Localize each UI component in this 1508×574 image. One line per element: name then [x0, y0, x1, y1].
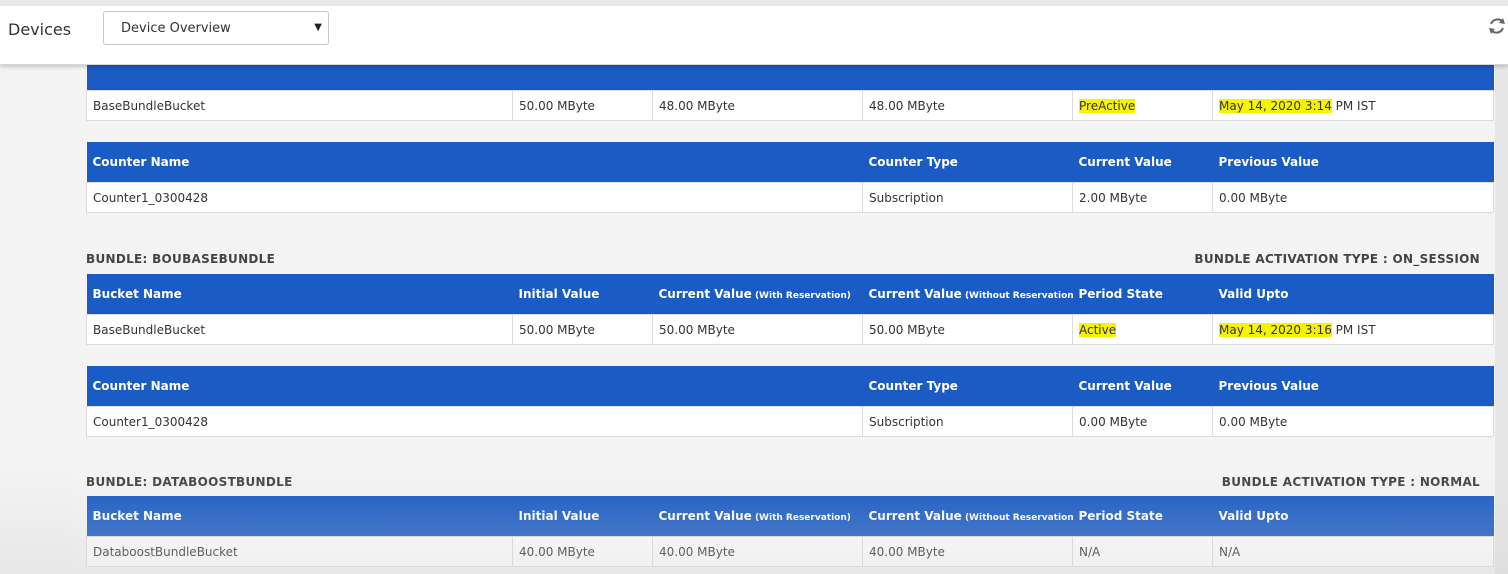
col-previous-value: Previous Value — [1212, 142, 1494, 183]
valid-upto-date: May 14, 2020 3:16 — [1219, 322, 1332, 337]
period-state-text: Active — [1079, 322, 1117, 337]
table-row: BaseBundleBucket 50.00 MByte 50.00 MByte… — [86, 314, 1494, 345]
valid-upto: May 14, 2020 3:14 PM IST — [1212, 90, 1494, 121]
current-with-reservation: 50.00 MByte — [652, 314, 863, 345]
col-current-without: Current Value (Without Reservation) — [862, 274, 1073, 315]
bucket-table-3: Bucket Name Initial Value Current Value … — [86, 496, 1494, 567]
table-header: Bucket Name Initial Value Current Value … — [86, 274, 1494, 315]
chevron-down-icon: ▼ — [314, 22, 322, 33]
table-header: Counter Name Counter Type Current Value … — [86, 142, 1494, 183]
top-strip — [0, 0, 1508, 6]
current-without-reservation: 50.00 MByte — [862, 314, 1073, 345]
col-valid-upto: Valid Upto — [1212, 496, 1494, 537]
table-row: DataboostBundleBucket 40.00 MByte 40.00 … — [86, 536, 1494, 567]
current-with-reservation: 40.00 MByte — [652, 536, 863, 567]
valid-upto-suffix: PM IST — [1331, 322, 1376, 337]
counter-current: 2.00 MByte — [1072, 182, 1213, 213]
counter-current: 0.00 MByte — [1072, 406, 1213, 437]
period-state: N/A — [1072, 536, 1213, 567]
initial-value: 50.00 MByte — [512, 314, 653, 345]
bundle-title: BUNDLE: BOUBASEBUNDLE — [86, 252, 276, 266]
scrollbar[interactable] — [1495, 64, 1508, 574]
table-header: Bucket Name Initial Value Current Value … — [86, 496, 1494, 537]
current-without-reservation: 40.00 MByte — [862, 536, 1073, 567]
period-state-text: PreActive — [1079, 98, 1136, 113]
table-row: Counter1_0300428 Subscription 0.00 MByte… — [86, 406, 1494, 437]
col-current-with: Current Value (With Reservation) — [652, 274, 863, 315]
top-bar: Devices Device Overview ▼ — [0, 0, 1508, 65]
counter-name: Counter1_0300428 — [86, 182, 863, 213]
table-row: BaseBundleBucket 50.00 MByte 48.00 MByte… — [86, 90, 1494, 121]
col-current-with: Current Value (With Reservation) — [652, 496, 863, 537]
col-bucket-name: Bucket Name — [86, 496, 513, 537]
col-current-value: Current Value — [1072, 142, 1213, 183]
col-current-without: Current Value (Without Reservation) — [862, 496, 1073, 537]
counter-type: Subscription — [862, 182, 1073, 213]
view-select[interactable]: Device Overview ▼ — [103, 11, 329, 45]
bucket-table-1: BaseBundleBucket 50.00 MByte 48.00 MByte… — [86, 64, 1494, 121]
col-counter-name: Counter Name — [86, 366, 863, 407]
col-bucket-name: Bucket Name — [86, 274, 513, 315]
col-current-value: Current Value — [1072, 366, 1213, 407]
col-period-state: Period State — [1072, 274, 1213, 315]
valid-upto-suffix: PM IST — [1331, 98, 1376, 113]
counter-type: Subscription — [862, 406, 1073, 437]
valid-upto-date: May 14, 2020 3:14 — [1219, 98, 1332, 113]
col-initial-value: Initial Value — [512, 496, 653, 537]
counter-table-1: Counter Name Counter Type Current Value … — [86, 142, 1494, 213]
col-counter-type: Counter Type — [862, 366, 1073, 407]
valid-upto: May 14, 2020 3:16 PM IST — [1212, 314, 1494, 345]
valid-upto: N/A — [1212, 536, 1494, 567]
current-without-reservation: 48.00 MByte — [862, 90, 1073, 121]
col-period-state: Period State — [1072, 496, 1213, 537]
counter-name: Counter1_0300428 — [86, 406, 863, 437]
counter-table-2: Counter Name Counter Type Current Value … — [86, 366, 1494, 437]
counter-previous: 0.00 MByte — [1212, 182, 1494, 213]
period-state: Active — [1072, 314, 1213, 345]
bucket-name: BaseBundleBucket — [86, 314, 513, 345]
view-select-value: Device Overview — [121, 21, 231, 36]
initial-value: 40.00 MByte — [512, 536, 653, 567]
table-header: Counter Name Counter Type Current Value … — [86, 366, 1494, 407]
bucket-name: DataboostBundleBucket — [86, 536, 513, 567]
col-initial-value: Initial Value — [512, 274, 653, 315]
bundle-activation-type: BUNDLE ACTIVATION TYPE : ON_SESSION — [1194, 252, 1480, 266]
bundle-activation-type: BUNDLE ACTIVATION TYPE : NORMAL — [1221, 475, 1480, 489]
col-valid-upto: Valid Upto — [1212, 274, 1494, 315]
period-state: PreActive — [1072, 90, 1213, 121]
counter-previous: 0.00 MByte — [1212, 406, 1494, 437]
col-counter-name: Counter Name — [86, 142, 863, 183]
bucket-table-2: Bucket Name Initial Value Current Value … — [86, 274, 1494, 345]
table-header — [86, 64, 1494, 91]
bucket-name: BaseBundleBucket — [86, 90, 513, 121]
left-gutter — [0, 64, 70, 574]
current-with-reservation: 48.00 MByte — [652, 90, 863, 121]
bundle-title: BUNDLE: DATABOOSTBUNDLE — [86, 475, 293, 489]
initial-value: 50.00 MByte — [512, 90, 653, 121]
refresh-icon[interactable] — [1487, 16, 1507, 38]
col-previous-value: Previous Value — [1212, 366, 1494, 407]
col-counter-type: Counter Type — [862, 142, 1073, 183]
table-row: Counter1_0300428 Subscription 2.00 MByte… — [86, 182, 1494, 213]
page-title: Devices — [8, 20, 72, 39]
